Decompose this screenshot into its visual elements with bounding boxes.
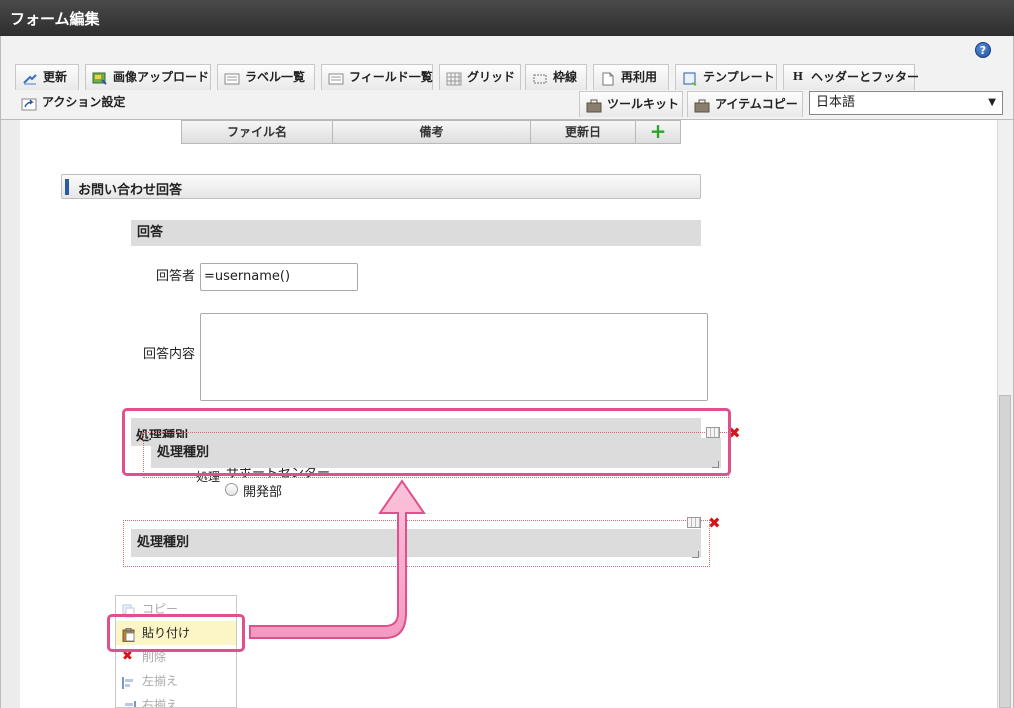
image-upload-button[interactable]: 画像アップロード (85, 64, 211, 90)
content-textarea[interactable] (200, 313, 708, 401)
label-list-icon (224, 70, 240, 84)
grid-properties-icon[interactable] (687, 517, 701, 528)
toolkit-icon (586, 97, 602, 112)
reuse-icon (600, 70, 616, 85)
delete-x-icon[interactable]: ✖ (708, 516, 721, 531)
title-bar: フォーム編集 (0, 0, 1014, 36)
align-left-icon (122, 674, 136, 689)
add-row-button[interactable]: + (635, 120, 681, 144)
table-header-updated: 更新日 (530, 120, 636, 144)
action-settings-button[interactable]: アクション設定 (15, 90, 141, 116)
responder-field[interactable]: =username() (200, 263, 358, 291)
callout-arrow (249, 479, 426, 639)
field-list-icon (328, 70, 344, 84)
subsection-header: 回答 (131, 220, 701, 246)
responder-label: 回答者 (156, 269, 196, 284)
image-upload-icon (92, 70, 108, 85)
help-icon[interactable]: ? (975, 42, 991, 58)
grid-icon (446, 70, 462, 85)
border-icon (532, 70, 548, 84)
update-button[interactable]: 更新 (15, 64, 79, 90)
help-row: ? (0, 36, 1014, 64)
plus-icon: + (649, 119, 667, 143)
toolbar: 更新 画像アップロード ラベル一覧 フィールド一覧 グリッド 枠線 再利用 テン… (0, 64, 1014, 120)
border-button[interactable]: 枠線 (525, 64, 587, 90)
window-title: フォーム編集 (10, 10, 100, 28)
callout-highlight-target (122, 408, 731, 476)
menu-item-align-left[interactable]: 左揃え (116, 669, 236, 693)
template-button[interactable]: テンプレート (675, 64, 777, 90)
menu-item-align-right[interactable]: 右揃え (116, 693, 236, 707)
template-icon (682, 70, 698, 86)
toolkit-button[interactable]: ツールキット (579, 91, 683, 117)
update-icon (22, 70, 38, 85)
label-list-button[interactable]: ラベル一覧 (217, 64, 315, 90)
scrollbar-thumb[interactable] (999, 395, 1011, 708)
grid-button[interactable]: グリッド (439, 64, 521, 90)
callout-highlight-paste (107, 614, 245, 652)
header-footer-icon: H (792, 69, 804, 83)
chevron-down-icon: ▼ (988, 97, 996, 108)
table-header-filename: ファイル名 (181, 120, 333, 144)
align-right-icon (122, 698, 136, 707)
content-label: 回答内容 (143, 347, 196, 362)
header-footer-button[interactable]: H ヘッダーとフッター (783, 64, 919, 90)
item-copy-icon (694, 97, 710, 112)
section-marker (65, 179, 69, 195)
resize-handle[interactable] (692, 551, 699, 558)
radio-button-dev[interactable] (225, 483, 238, 496)
section-header: お問い合わせ回答 (61, 174, 701, 199)
action-settings-icon (21, 95, 37, 110)
delete-icon: ✖ (122, 649, 133, 664)
table-header-notes: 備考 (332, 120, 531, 144)
field-list-button[interactable]: フィールド一覧 (321, 64, 433, 90)
reuse-button[interactable]: 再利用 (593, 64, 669, 90)
item-copy-button[interactable]: アイテムコピー (687, 91, 803, 117)
section-title: お問い合わせ回答 (78, 183, 183, 198)
language-select[interactable]: 日本語 ▼ (809, 91, 1003, 115)
